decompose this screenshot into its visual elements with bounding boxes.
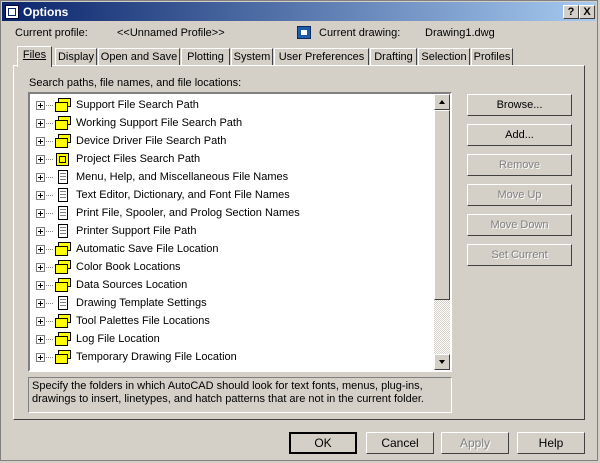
expand-icon[interactable] [36,154,45,164]
tree-scrollbar[interactable] [434,94,450,370]
files-panel: Search paths, file names, and file locat… [13,65,585,420]
folders-icon [55,278,71,292]
move-down-button[interactable]: Move Down [467,214,572,236]
tree-item-temporary-drawing-file-location[interactable]: Temporary Drawing File Location [30,348,237,366]
tab-profiles[interactable]: Profiles [471,48,513,65]
set-current-button[interactable]: Set Current [467,244,572,266]
file-icon [55,224,71,238]
move-up-button[interactable]: Move Up [467,184,572,206]
tree-item-log-file-location[interactable]: Log File Location [30,330,160,348]
expand-icon[interactable] [36,298,45,308]
tab-plotting[interactable]: Plotting [181,48,230,65]
expand-icon[interactable] [36,136,45,146]
tree-item-support-file-search-path[interactable]: Support File Search Path [30,96,199,114]
project-icon [55,152,71,166]
tree-item-print-file-spooler-prolog[interactable]: Print File, Spooler, and Prolog Section … [30,204,300,222]
tree-item-text-editor-dictionary-font-file-names[interactable]: Text Editor, Dictionary, and Font File N… [30,186,290,204]
expand-icon[interactable] [36,172,45,182]
ok-button[interactable]: OK [289,432,357,454]
folders-icon [55,332,71,346]
close-button[interactable]: X [579,5,595,19]
expand-icon[interactable] [36,244,45,254]
expand-icon[interactable] [36,208,45,218]
expand-icon[interactable] [36,316,45,326]
current-drawing-label: Current drawing: [319,27,401,39]
description-box: Specify the folders in which AutoCAD sho… [28,377,452,413]
tree-item-project-files-search-path[interactable]: Project Files Search Path [30,150,200,168]
tree-item-automatic-save-file-location[interactable]: Automatic Save File Location [30,240,218,258]
tree-item-color-book-locations[interactable]: Color Book Locations [30,258,181,276]
expand-icon[interactable] [36,334,45,344]
file-icon [55,188,71,202]
options-dialog: Options ? X Current profile: <<Unnamed P… [0,0,598,461]
folders-icon [55,98,71,112]
tab-files[interactable]: Files [17,46,52,67]
remove-button[interactable]: Remove [467,154,572,176]
tree-item-tool-palettes-file-locations[interactable]: Tool Palettes File Locations [30,312,210,330]
folders-icon [55,116,71,130]
scroll-thumb[interactable] [434,110,450,300]
tree-item-device-driver-file-search-path[interactable]: Device Driver File Search Path [30,132,226,150]
current-drawing-value: Drawing1.dwg [425,27,495,39]
tab-selection[interactable]: Selection [418,48,470,65]
file-icon [55,206,71,220]
expand-icon[interactable] [36,118,45,128]
scroll-down-button[interactable] [434,354,450,370]
expand-icon[interactable] [36,190,45,200]
tree-item-drawing-template-settings[interactable]: Drawing Template Settings [30,294,207,312]
folders-icon [55,260,71,274]
current-profile-value: <<Unnamed Profile>> [117,27,225,39]
expand-icon[interactable] [36,352,45,362]
folders-icon [55,350,71,364]
expand-icon[interactable] [36,226,45,236]
tab-user-preferences[interactable]: User Preferences [274,48,369,65]
profile-row: Current profile: <<Unnamed Profile>> Cur… [15,26,589,41]
expand-icon[interactable] [36,100,45,110]
tab-drafting[interactable]: Drafting [370,48,417,65]
section-label: Search paths, file names, and file locat… [29,77,242,89]
cancel-button[interactable]: Cancel [366,432,434,454]
drawing-icon [297,26,311,39]
tree-item-data-sources-location[interactable]: Data Sources Location [30,276,187,294]
help-title-button[interactable]: ? [563,5,579,19]
current-profile-label: Current profile: [15,27,88,39]
help-button[interactable]: Help [517,432,585,454]
tab-open-and-save[interactable]: Open and Save [98,48,180,65]
expand-icon[interactable] [36,262,45,272]
tree-item-menu-help-misc-file-names[interactable]: Menu, Help, and Miscellaneous File Names [30,168,288,186]
app-icon [5,4,19,19]
apply-button[interactable]: Apply [441,432,509,454]
folders-icon [55,314,71,328]
scroll-up-button[interactable] [434,94,450,110]
tab-display[interactable]: Display [55,48,97,65]
file-locations-tree[interactable]: Support File Search Path Working Support… [28,92,452,372]
file-icon [55,170,71,184]
title-bar[interactable]: Options ? X [2,2,596,21]
folders-icon [55,242,71,256]
add-button[interactable]: Add... [467,124,572,146]
tab-system[interactable]: System [231,48,273,65]
browse-button[interactable]: Browse... [467,94,572,116]
file-icon [55,296,71,310]
tree-item-working-support-file-search-path[interactable]: Working Support File Search Path [30,114,242,132]
tree-item-printer-support-file-path[interactable]: Printer Support File Path [30,222,196,240]
window-title: Options [23,4,69,19]
folders-icon [55,134,71,148]
expand-icon[interactable] [36,280,45,290]
